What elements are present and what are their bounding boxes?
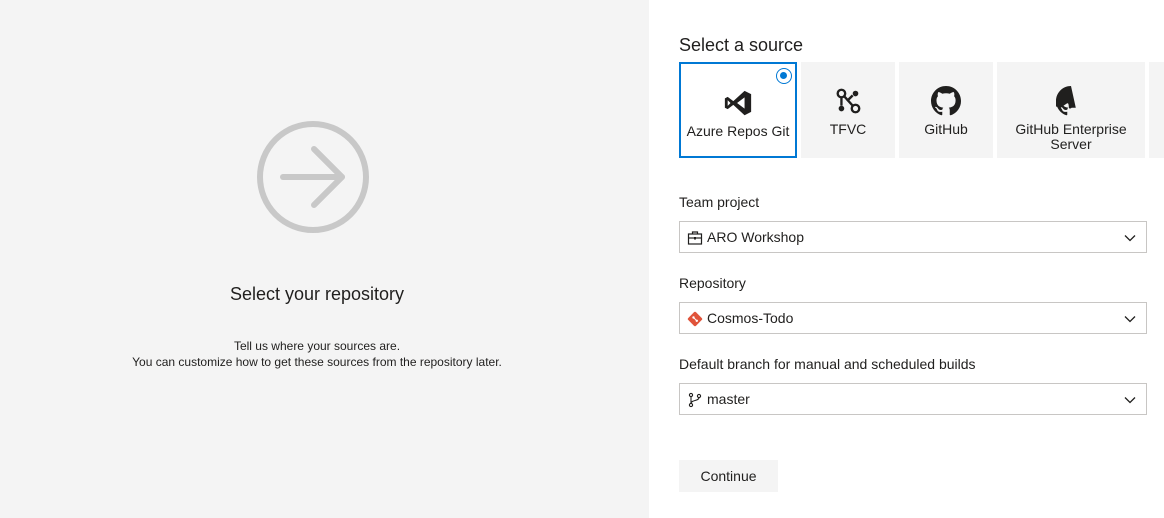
default-branch-dropdown[interactable]: master <box>679 383 1147 415</box>
repository-value: Cosmos-Todo <box>707 310 794 326</box>
default-branch-value: master <box>707 391 750 407</box>
page-title: Select your repository <box>229 284 405 304</box>
page-description: Tell us where your sources are. You can … <box>0 338 634 370</box>
branch-icon <box>688 392 702 408</box>
right-pane: Select a source Azure Repos Git TFVC Git… <box>649 0 1164 518</box>
project-icon <box>687 231 703 245</box>
tfvc-icon <box>836 88 861 114</box>
chevron-down-icon <box>1124 235 1136 242</box>
arrow-circle-icon <box>257 121 369 233</box>
github-icon <box>1056 86 1076 116</box>
repository-label: Repository <box>679 275 746 291</box>
source-tile-azure-repos-git[interactable]: Azure Repos Git <box>679 62 797 158</box>
left-pane: Select your repository Tell us where you… <box>0 0 649 518</box>
team-project-dropdown[interactable]: ARO Workshop <box>679 221 1147 253</box>
selected-radio-icon <box>776 68 792 84</box>
source-label: GitHub <box>924 121 968 137</box>
continue-button[interactable]: Continue <box>679 460 778 492</box>
description-line-2: You can customize how to get these sourc… <box>132 355 502 369</box>
chevron-down-icon <box>1124 316 1136 323</box>
team-project-value: ARO Workshop <box>707 229 804 245</box>
source-label: Azure Repos Git <box>686 123 790 139</box>
visual-studio-icon <box>724 90 752 116</box>
source-label: GitHub Enterprise Server <box>1015 121 1127 152</box>
source-tile-more[interactable] <box>1149 62 1164 158</box>
team-project-label: Team project <box>679 194 760 210</box>
source-label: TFVC <box>829 121 867 137</box>
repository-dropdown[interactable]: Cosmos-Todo <box>679 302 1147 334</box>
github-icon <box>931 86 961 116</box>
source-tile-github-enterprise-server[interactable]: GitHub Enterprise Server <box>997 62 1145 158</box>
source-tile-tfvc[interactable]: TFVC <box>801 62 895 158</box>
source-tile-github[interactable]: GitHub <box>899 62 993 158</box>
default-branch-label: Default branch for manual and scheduled … <box>679 356 976 372</box>
git-repo-icon <box>687 311 703 327</box>
source-section-title: Select a source <box>679 35 804 55</box>
chevron-down-icon <box>1124 397 1136 404</box>
description-line-1: Tell us where your sources are. <box>233 339 401 353</box>
